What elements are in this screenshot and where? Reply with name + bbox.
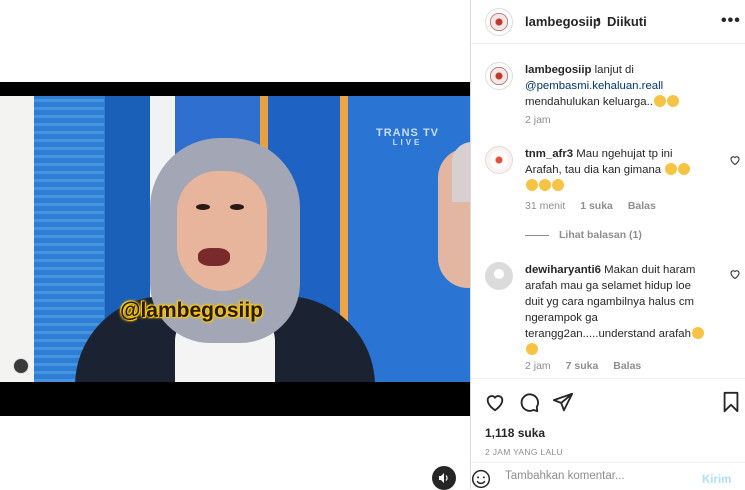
comment-text: tnm_afr3 Mau ngehujat tp ini Arafah, tau… (525, 146, 725, 194)
comment-composer: Kirim (471, 462, 745, 489)
comment-meta: 31 menit 1 suka Balas (525, 200, 668, 212)
comment-username[interactable]: dewiharyanti6 (525, 264, 601, 276)
post-header: lambegosiip • Diikuti ••• (471, 0, 745, 44)
author-username[interactable]: lambegosiip (525, 14, 601, 29)
commenter-avatar[interactable] (485, 262, 513, 290)
person-face (177, 171, 267, 291)
tv-watermark: TRANS TV LIVE (376, 128, 439, 148)
laughing-emoji-icon (526, 179, 538, 191)
post-comment-button[interactable]: Kirim (702, 474, 731, 486)
post-timestamp[interactable]: 2 JAM YANG LALU (485, 447, 563, 457)
overlay-handle: @lambegosiip (120, 299, 264, 322)
reply-button[interactable]: Balas (628, 200, 656, 212)
comment-meta: 2 jam 7 suka Balas (525, 360, 653, 372)
mute-button[interactable] (432, 466, 456, 490)
emoji-icon[interactable] (471, 469, 491, 489)
bird-icon (13, 358, 29, 374)
caption-text: lambegosiip lanjut di @pembasmi.kehaluan… (525, 62, 725, 110)
caption-avatar[interactable] (485, 62, 513, 90)
comment-text-5: terangg2an.....understand arafah (525, 328, 691, 340)
post-media: TRANS TV LIVE @lambegosiip (0, 0, 470, 490)
person-mouth (198, 248, 230, 266)
comment-username[interactable]: tnm_afr3 (525, 148, 573, 160)
author-avatar[interactable] (485, 8, 513, 36)
likes-count[interactable]: 1,118 suka (485, 426, 545, 440)
crying-emoji-icon (653, 95, 666, 107)
comment-text-2: arafah mau ga selamet hidup loe (525, 280, 691, 292)
caption-text-2: mendahulukan keluarga.. (525, 96, 653, 108)
comment-text-1: Mau ngehujat tp ini (576, 148, 673, 160)
comment-text: dewiharyanti6 Makan duit haram arafah ma… (525, 262, 725, 358)
caption-time[interactable]: 2 jam (525, 114, 551, 126)
crying-emoji-icon (666, 95, 679, 107)
caption-username[interactable]: lambegosiip (525, 64, 591, 76)
comment-like-heart-icon[interactable] (729, 268, 741, 280)
comment-text-3: duit yg cara ngambilnya halus cm (525, 296, 695, 308)
sad-emoji-icon (526, 343, 538, 355)
laughing-emoji-icon (665, 163, 678, 175)
sad-emoji-icon (691, 327, 704, 339)
caption-text-1: lanjut di (594, 64, 634, 76)
view-replies-label[interactable]: Lihat balasan (1) (559, 229, 642, 241)
more-options-icon[interactable]: ••• (721, 12, 741, 30)
caption-mention[interactable]: @pembasmi.kehaluan.reall (525, 80, 663, 92)
laughing-emoji-icon (552, 179, 564, 191)
comment-text-1: Makan duit haram (604, 264, 696, 276)
speaker-icon (439, 473, 448, 483)
share-icon[interactable] (552, 391, 574, 413)
following-button[interactable]: Diikuti (607, 14, 647, 29)
commenter-avatar[interactable] (485, 146, 513, 174)
comment-time[interactable]: 31 menit (525, 200, 565, 212)
video-player[interactable]: TRANS TV LIVE @lambegosiip (0, 82, 470, 416)
action-bar (471, 378, 745, 424)
separator-dot: • (596, 12, 601, 27)
bookmark-icon[interactable] (720, 391, 742, 413)
comment-like-heart-icon[interactable] (729, 154, 741, 166)
comment-time[interactable]: 2 jam (525, 360, 551, 372)
comment-likes[interactable]: 1 suka (580, 200, 613, 212)
side-person-hijab (452, 142, 470, 202)
view-replies-button[interactable]: Lihat balasan (1) (525, 229, 642, 241)
comment-input[interactable] (505, 470, 695, 482)
video-frame[interactable]: TRANS TV LIVE @lambegosiip (0, 96, 470, 382)
comment-text-4: ngerampok ga (525, 312, 598, 324)
comment-text-2: Arafah, tau dia kan gimana (525, 164, 662, 176)
replies-divider (525, 234, 549, 236)
person-eye-right (230, 204, 244, 210)
heart-icon[interactable] (484, 391, 506, 413)
comment-likes[interactable]: 7 suka (566, 360, 599, 372)
laughing-emoji-icon (539, 179, 551, 191)
laughing-emoji-icon (678, 163, 691, 175)
post-details-panel: lambegosiip • Diikuti ••• lambegosiip la… (470, 0, 745, 489)
comment-icon[interactable] (518, 391, 540, 413)
reply-button[interactable]: Balas (613, 360, 641, 372)
person-eye-left (196, 204, 210, 210)
tv-watermark-sub: LIVE (392, 138, 423, 147)
caption-meta: 2 jam (525, 114, 563, 126)
